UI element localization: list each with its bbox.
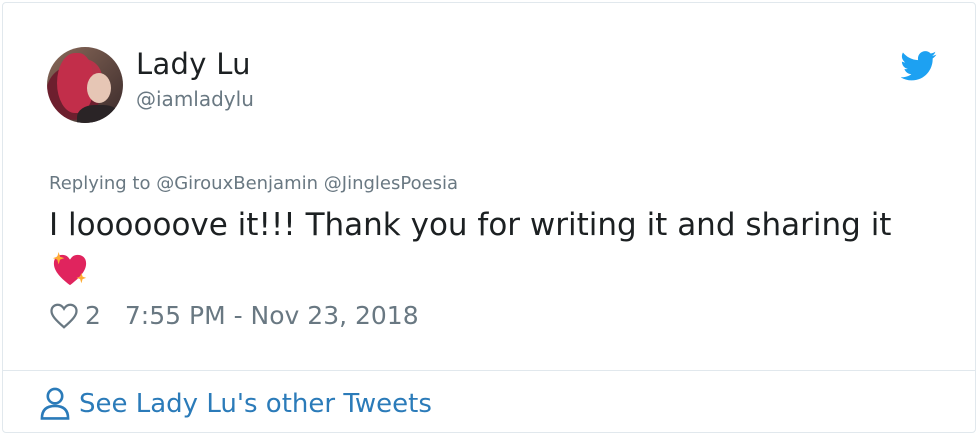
twitter-bird-icon[interactable] xyxy=(901,51,937,81)
tweet-timestamp[interactable]: 7:55 PM - Nov 23, 2018 xyxy=(125,301,419,330)
person-icon xyxy=(40,387,70,420)
heart-icon[interactable] xyxy=(49,302,79,330)
see-other-tweets-link[interactable]: See Lady Lu's other Tweets xyxy=(39,387,432,421)
author-display-name[interactable]: Lady Lu xyxy=(136,47,251,81)
avatar[interactable] xyxy=(47,47,123,123)
tweet-meta: 2 7:55 PM - Nov 23, 2018 xyxy=(49,301,419,330)
footer-divider xyxy=(3,370,975,371)
tweet-card: Lady Lu @iamladylu Replying to @GirouxBe… xyxy=(2,2,976,433)
avatar-shirt xyxy=(77,105,121,123)
sparkling-heart-icon xyxy=(52,252,87,286)
author-handle[interactable]: @iamladylu xyxy=(136,87,254,111)
tweet-text: I loooooove it!!! Thank you for writing … xyxy=(49,202,929,296)
avatar-face xyxy=(87,73,111,103)
see-other-tweets-label[interactable]: See Lady Lu's other Tweets xyxy=(79,389,432,419)
replying-to-line[interactable]: Replying to @GirouxBenjamin @JinglesPoes… xyxy=(49,173,458,194)
like-count: 2 xyxy=(85,301,101,330)
tweet-body: I loooooove it!!! Thank you for writing … xyxy=(49,207,892,243)
